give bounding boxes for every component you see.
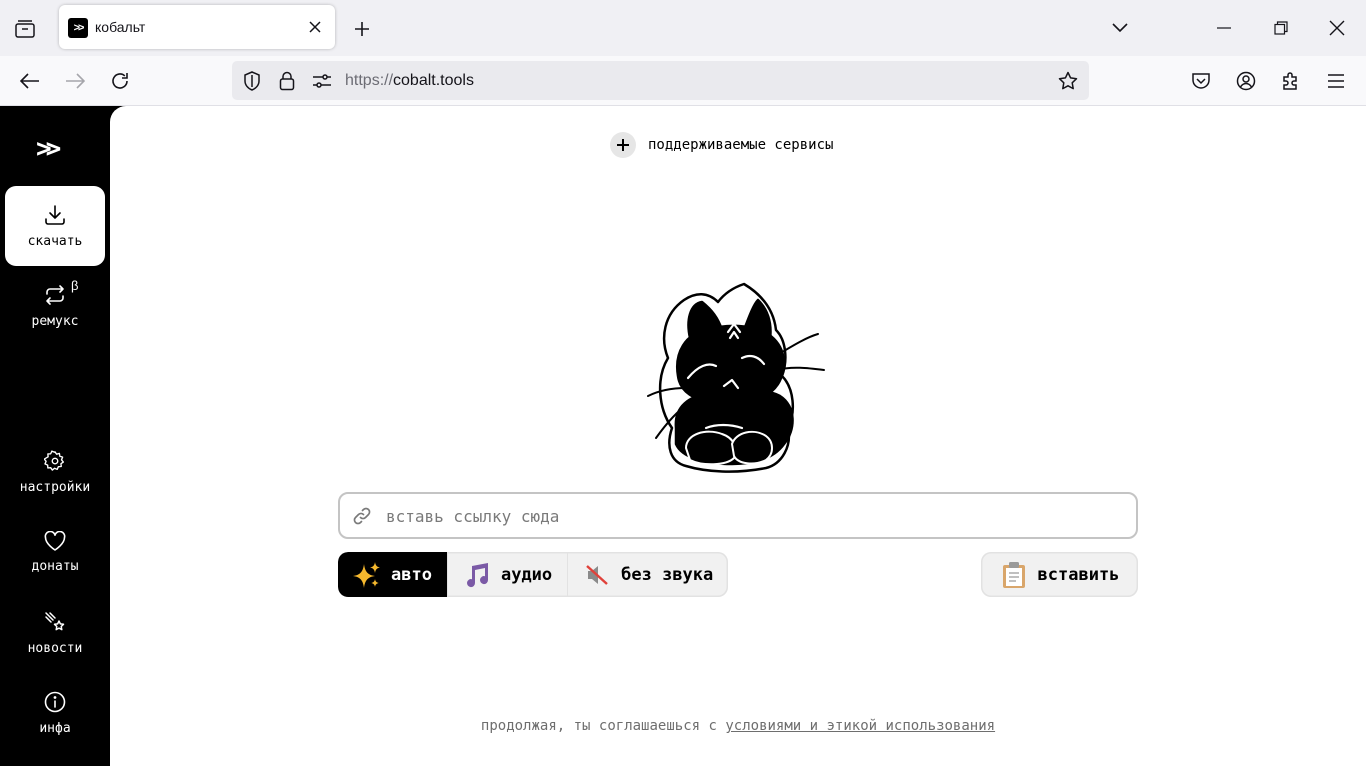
tab-list-icon[interactable] (12, 16, 38, 42)
heart-icon (44, 530, 66, 551)
link-input[interactable] (386, 502, 1126, 530)
music-notes-icon (463, 561, 491, 589)
url-bar[interactable]: https://cobalt.tools (232, 61, 1089, 100)
sidebar-item-label: новости (27, 640, 83, 656)
footer-text: продолжая, ты соглашаешься с (480, 718, 717, 734)
mode-mute-button[interactable]: без звука (568, 552, 728, 597)
navigation-bar: https://cobalt.tools (0, 56, 1366, 106)
sparkles-icon (353, 561, 381, 589)
back-icon[interactable] (17, 68, 43, 94)
download-icon (45, 204, 65, 225)
forward-icon[interactable] (62, 68, 88, 94)
sidebar-item-label: донаты (31, 558, 79, 574)
lock-icon[interactable] (277, 71, 297, 91)
beta-badge: β (71, 278, 79, 293)
sidebar-item-donate[interactable]: донаты (5, 512, 105, 592)
info-icon (44, 691, 66, 712)
bookmark-star-icon[interactable] (1058, 71, 1078, 91)
sidebar-item-label: скачать (27, 233, 83, 249)
plus-icon[interactable] (350, 17, 374, 41)
clipboard-icon (1000, 561, 1028, 589)
plus-icon (610, 132, 636, 158)
sidebar-item-settings[interactable]: настройки (5, 432, 105, 512)
comet-icon (45, 611, 65, 630)
mode-label: авто (391, 564, 432, 585)
mode-auto-button[interactable]: авто (338, 552, 448, 597)
sidebar-item-remux[interactable]: ремукс β (5, 266, 105, 346)
extensions-icon[interactable] (1278, 68, 1304, 94)
remux-icon (46, 284, 64, 305)
sidebar-item-download[interactable]: скачать (5, 186, 105, 266)
url-protocol: https:// (345, 72, 394, 89)
mode-label: аудио (500, 564, 553, 585)
cobalt-logo[interactable]: >> (36, 134, 61, 164)
cat-mascot (647, 282, 825, 473)
paste-button[interactable]: вставить (981, 552, 1138, 597)
minimize-icon[interactable] (1210, 14, 1238, 42)
cobalt-favicon: >> (68, 18, 88, 38)
supported-services-button[interactable]: поддерживаемые сервисы (610, 132, 833, 158)
sidebar-item-label: инфа (39, 720, 71, 736)
permissions-icon[interactable] (312, 71, 332, 91)
tab-bar: >> кобальт (0, 0, 1366, 56)
link-input-container[interactable] (338, 492, 1138, 539)
pocket-icon[interactable] (1188, 68, 1214, 94)
menu-icon[interactable] (1323, 68, 1349, 94)
account-icon[interactable] (1233, 68, 1259, 94)
supported-services-label: поддерживаемые сервисы (648, 137, 834, 153)
mode-label: без звука (621, 564, 714, 585)
gear-icon (44, 449, 65, 471)
terms-link[interactable]: условиями и этикой использования (725, 718, 995, 734)
paste-label: вставить (1037, 564, 1120, 585)
tab-title: кобальт (95, 19, 146, 35)
sidebar-item-about[interactable]: инфа (5, 673, 105, 753)
mode-audio-button[interactable]: аудио (448, 552, 569, 597)
shield-icon[interactable] (242, 71, 262, 91)
sidebar-item-news[interactable]: новости (5, 593, 105, 673)
close-window-icon[interactable] (1323, 14, 1351, 42)
link-icon (353, 507, 371, 525)
sidebar-item-label: настройки (19, 479, 91, 495)
download-mode-switcher: авто аудио без звука (338, 552, 729, 597)
url-host: cobalt.tools (393, 72, 474, 89)
restore-icon[interactable] (1267, 14, 1295, 42)
main-content: поддерживаемые сервисы вставь ссылку сюд… (110, 106, 1366, 766)
reload-icon[interactable] (107, 68, 133, 94)
terms-footer: продолжая, ты соглашаешься с условиями и… (110, 718, 1366, 734)
chevron-down-icon[interactable] (1106, 14, 1134, 42)
muted-icon (583, 561, 611, 589)
close-icon[interactable] (305, 17, 325, 37)
browser-tab[interactable]: >> кобальт (59, 5, 335, 49)
sidebar: >> скачать ремукс β настройки донаты нов… (0, 106, 110, 766)
url-text[interactable]: https://cobalt.tools (345, 72, 474, 90)
sidebar-item-label: ремукс (31, 313, 79, 329)
